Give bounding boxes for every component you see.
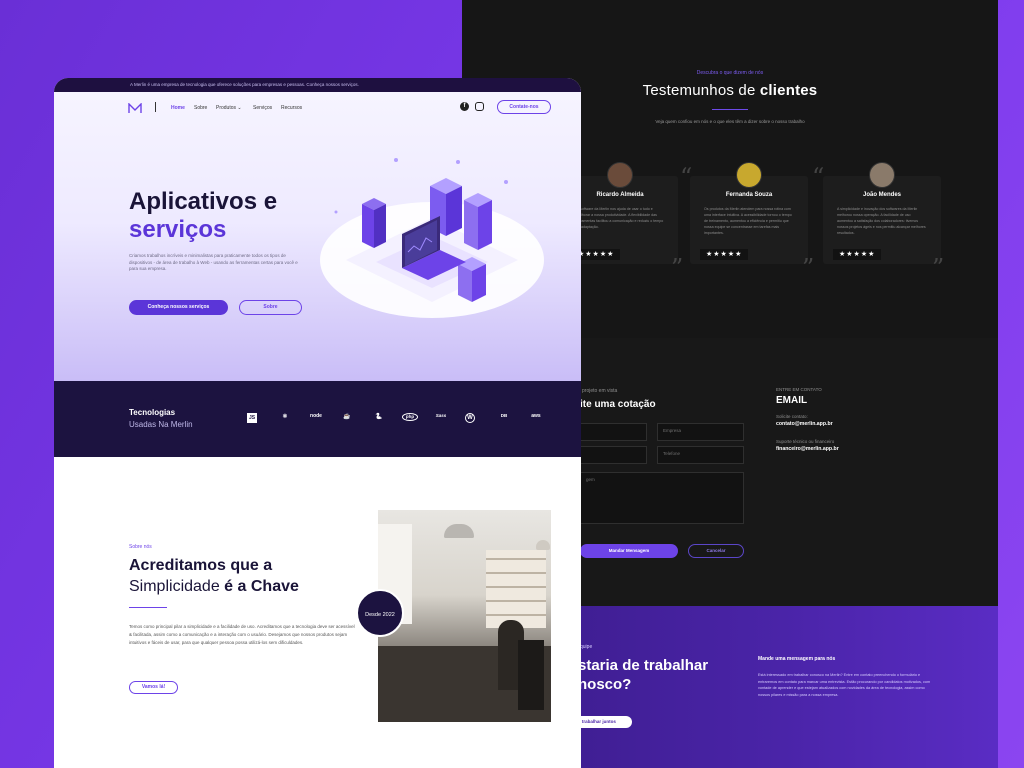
finance-email-link[interactable]: financeiro@merlin.app.br (776, 446, 839, 452)
since-badge: Desde 2022 (356, 589, 404, 637)
javascript-icon: JS (247, 413, 257, 423)
quote-close-icon: ” (671, 254, 684, 282)
contact-button[interactable]: Contate-nos (497, 100, 551, 114)
send-message-button[interactable]: Mandar Mensagem (580, 544, 678, 558)
about-button[interactable]: Sobre (239, 300, 302, 315)
contact-info-label: Solicite contato: (776, 414, 808, 419)
email-field[interactable] (580, 446, 647, 464)
careers-right-text: Está interessado em trabalhar conosco na… (758, 673, 931, 697)
logo[interactable] (128, 101, 142, 113)
nav-recursos[interactable]: Recursos (281, 105, 302, 111)
nav-servicos[interactable]: Serviços (253, 105, 272, 111)
avatar (869, 162, 895, 188)
tech-subtitle: Usadas Na Merlin (129, 420, 193, 429)
hero-section: Home Sobre Produtos ⌄ Serviços Recursos … (54, 92, 581, 381)
avatar (607, 162, 633, 188)
about-section: Sobre nós Acreditamos que a Simplicidade… (54, 457, 581, 768)
contact-email-link[interactable]: contato@merlin.app.br (776, 421, 839, 427)
sass-icon: Sass (435, 413, 447, 418)
about-text: Temos como principal pilar a simplicidad… (129, 624, 355, 645)
testimonial-text: Os produtos da Merlin atendem para nossa… (704, 207, 792, 235)
announcement-bar: A Merlin é uma empresa de tecnologia que… (54, 78, 581, 92)
quote-close-icon: ” (802, 254, 815, 282)
contact-info-label: Suporte técnico ou financeiro (776, 439, 835, 444)
nav-home[interactable]: Home (171, 105, 185, 111)
java-icon: ☕ (343, 414, 351, 420)
phone-field[interactable]: Telefone (657, 446, 744, 464)
chevron-down-icon: ⌄ (237, 105, 242, 111)
contact-info-eyebrow: ENTRE EM CONTATO (776, 387, 822, 392)
message-field[interactable]: gem (580, 472, 744, 524)
nav-produtos[interactable]: Produtos ⌄ (216, 105, 242, 111)
contact-eyebrow: projeto em vista (582, 388, 618, 394)
hero-text: Criamos trabalhos incríveis e minimalist… (129, 253, 298, 271)
careers-eyebrow: quipe (580, 644, 593, 650)
python-icon: 🐍 (375, 414, 383, 420)
nav-sobre[interactable]: Sobre (194, 105, 207, 111)
lamp (536, 540, 550, 550)
nav-divider (155, 102, 156, 112)
php-icon: php (402, 413, 418, 421)
lets-go-button[interactable]: Vamos lá! (129, 681, 178, 694)
office-photo (378, 510, 551, 722)
about-eyebrow: Sobre nós (129, 544, 152, 550)
react-icon: ⚛ (282, 414, 288, 420)
database-icon: DB (500, 413, 508, 418)
contact-info-title: EMAIL (776, 395, 808, 406)
avatar (736, 162, 762, 188)
shelf (486, 550, 546, 628)
title-underline (712, 109, 748, 110)
testimonial-card: Fernanda Souza Os produtos da Merlin ate… (690, 162, 808, 264)
careers-right-title: Mande uma mensagem para nós (758, 656, 836, 662)
hero-title: Aplicativos e serviços (129, 188, 278, 243)
careers-heading: staria de trabalhar nosco? (578, 657, 709, 693)
aws-icon: aws (531, 413, 541, 419)
testimonial-name: João Mendes (862, 192, 901, 198)
nodejs-icon: node (310, 413, 322, 419)
services-button[interactable]: Conheça nossos serviços (129, 300, 228, 315)
technologies-bar: Tecnologias Usadas Na Merlin JS ⚛ node ☕… (54, 381, 581, 457)
contact-heading: ite uma cotação (580, 399, 656, 410)
name-field[interactable] (580, 423, 647, 441)
wordpress-icon: W (465, 413, 475, 423)
quote-close-icon: ” (932, 254, 945, 282)
testimonial-text: A simplicidade e inovação dos softwares … (837, 207, 926, 235)
rating-stars: ★★★★★ (833, 249, 882, 260)
rating-stars: ★★★★★ (700, 249, 749, 260)
chair (518, 640, 544, 710)
about-title: Acreditamos que a Simplicidade é a Chave (129, 557, 299, 595)
lamp (444, 524, 474, 538)
testimonial-name: Fernanda Souza (725, 192, 773, 198)
facebook-icon[interactable]: f (460, 102, 469, 111)
hero-illustration (320, 158, 544, 318)
company-field[interactable]: Empresa (657, 423, 744, 441)
testimonials-eyebrow: Descubra o que dizem de nós (696, 70, 764, 76)
cancel-button[interactable]: Cancelar (688, 544, 744, 558)
front-page: A Merlin é uma empresa de tecnologia que… (54, 78, 581, 768)
tech-title: Tecnologias (129, 408, 176, 417)
about-divider (129, 607, 167, 608)
testimonial-card: João Mendes A simplicidade e inovação do… (823, 162, 941, 264)
testimonial-text: O software da Merlin nos ajuda de usar o… (576, 207, 664, 229)
contact-info: ENTRE EM CONTATO EMAIL Solicite contato:… (776, 387, 839, 452)
instagram-icon[interactable] (475, 102, 484, 111)
